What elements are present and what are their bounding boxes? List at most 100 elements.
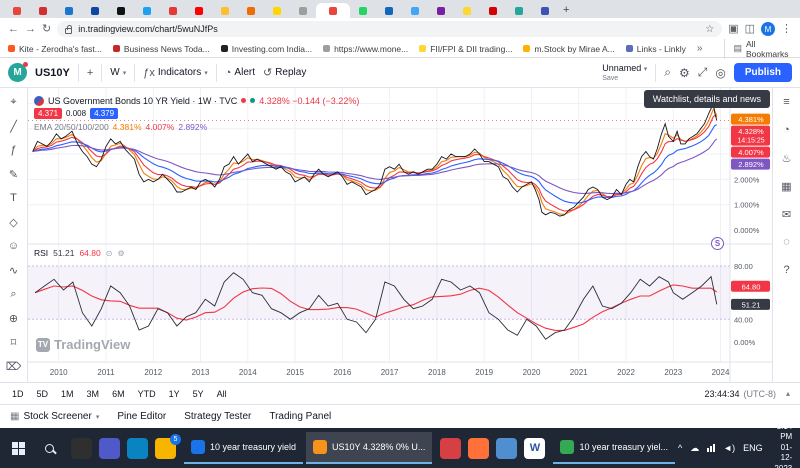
timeframe-button[interactable]: 5D [35,388,51,400]
pattern-icon[interactable]: ◇ [4,214,24,230]
eye-icon[interactable]: ⊙ [106,249,113,258]
compare-button[interactable]: + [87,67,93,79]
buy-quote[interactable]: 4.379 [90,108,118,119]
hotlist-icon[interactable]: ♨ [777,150,797,166]
timeframe-button[interactable]: 1D [10,388,26,400]
app-store-icon[interactable] [71,438,92,459]
taskbar-clock[interactable]: 1:14 PM 01-12-2023 [771,422,793,468]
timeframe-button[interactable]: 1Y [167,388,182,400]
back-icon[interactable]: ← [8,24,19,35]
bookmark-item[interactable]: Kite - Zerodha's fast... [8,44,102,54]
browser-tab[interactable] [108,3,134,18]
bookmark-item[interactable]: Investing.com India... [221,44,312,54]
quick-search-icon[interactable]: ⌕ [664,65,671,80]
taskbar-window-2-active[interactable]: US10Y 4.328% 0% U... [306,432,432,464]
word-icon[interactable]: W [524,438,545,459]
crosshair-icon[interactable]: ⌖ [4,94,24,110]
browser-tab[interactable] [480,3,506,18]
language-indicator[interactable]: ENG [743,443,763,453]
browser-tab[interactable] [402,3,428,18]
bookmark-item[interactable]: FII/FPI & DII trading... [419,44,512,54]
browser-tab[interactable] [454,3,480,18]
text-icon[interactable]: T [4,190,24,206]
tab-pine-editor[interactable]: Pine Editor [117,411,166,422]
browser-tab[interactable] [532,3,558,18]
indicators-button[interactable]: ƒxIndicators▾ [143,67,208,79]
timezone-label[interactable]: (UTC-8) [743,389,776,399]
magnet-icon[interactable]: ⊕ [4,310,24,326]
save-label[interactable]: Save [602,75,618,82]
taskbar-window-1[interactable]: 10 year treasury yield [184,432,303,464]
browser-tab[interactable] [160,3,186,18]
ideas-icon[interactable]: ✉ [777,206,797,222]
timeframe-button[interactable]: 6M [110,388,127,400]
firefox-icon[interactable] [468,438,489,459]
snapshot-camera-icon[interactable]: ◎ [715,66,725,80]
forward-icon[interactable]: → [25,24,36,35]
side-panel-icon[interactable]: ▣ [728,24,738,35]
sell-quote[interactable]: 4.371 [34,108,62,119]
file-explorer-icon[interactable]: 5 [155,438,176,459]
measure-icon[interactable]: ∿ [4,262,24,278]
browser-tab[interactable] [376,3,402,18]
delete-icon[interactable]: ⌦ [4,358,24,374]
timeframe-button[interactable]: 3M [85,388,102,400]
chat-icon[interactable]: ◌ [777,234,797,250]
bookmark-item[interactable]: Business News Toda... [113,44,210,54]
zoom-icon[interactable]: ⌕ [4,286,24,302]
browser-tab[interactable] [506,3,532,18]
network-icon[interactable] [707,444,715,452]
chart-area[interactable]: 2010201120122013201420152016201720182019… [28,88,772,382]
bookmark-item[interactable]: Links - Linkly [626,44,686,54]
fullscreen-icon[interactable]: ⤢ [698,65,708,80]
calendar-icon[interactable]: ▦ [777,178,797,194]
brush-icon[interactable]: ✎ [4,166,24,182]
indicator-sync-icon[interactable]: S [711,237,724,250]
browser-tab[interactable] [134,3,160,18]
browser-tab[interactable] [82,3,108,18]
browser-menu-icon[interactable]: ⋮ [781,24,792,35]
chart-title[interactable]: US Government Bonds 10 YR Yield · 1W · T… [48,96,237,106]
all-bookmarks-button[interactable]: ▤ All Bookmarks [724,39,792,59]
panel-collapse-icon[interactable]: ▴ [786,389,790,398]
session-clock[interactable]: 23:44:34 [704,389,739,399]
profile-avatar[interactable]: M [761,22,775,36]
timeframe-button[interactable]: 5Y [191,388,206,400]
browser-tab[interactable] [212,3,238,18]
tab-trading-panel[interactable]: Trading Panel [269,411,331,422]
browser-tab[interactable] [264,3,290,18]
interval-button[interactable]: W▾ [110,67,126,78]
teams-icon[interactable] [99,438,120,459]
timeframe-button[interactable]: All [215,388,229,400]
browser-tab[interactable] [238,3,264,18]
bookmark-item[interactable]: https://www.mone... [323,44,408,54]
replay-button[interactable]: ↺Replay [263,66,306,79]
url-input[interactable]: in.tradingview.com/chart/5wuNJfPs ☆ [57,21,722,37]
alert-button[interactable]: ◔Alert [225,67,255,79]
timeframe-button[interactable]: YTD [136,388,158,400]
start-button[interactable] [4,432,32,464]
timeframe-button[interactable]: 1M [59,388,76,400]
lock-icon[interactable]: ⌑ [4,334,24,350]
new-tab-button[interactable]: + [563,3,569,18]
tray-chevron-icon[interactable]: ^ [678,443,682,453]
calculator-icon[interactable] [496,438,517,459]
browser-tab[interactable] [4,3,30,18]
emoji-icon[interactable]: ☺ [4,238,24,254]
settings-gear-icon[interactable]: ⚙ [679,66,690,80]
browser-tab[interactable] [56,3,82,18]
watchlist-icon[interactable]: ≡ [777,94,797,110]
ema-legend-label[interactable]: EMA 20/50/100/200 [34,122,109,132]
bookmark-item[interactable]: m.Stock by Mirae A... [523,44,614,54]
rsi-label[interactable]: RSI [34,248,48,258]
tab-stock-screener[interactable]: ▦ Stock Screener ▾ [10,411,99,422]
edge-icon[interactable] [127,438,148,459]
alerts-icon[interactable]: ◔ [777,122,797,138]
taskbar-window-3[interactable]: 10 year treasury yiel... [553,432,675,464]
browser-tab[interactable] [316,3,350,18]
reload-icon[interactable]: ↻ [42,24,51,35]
trendline-icon[interactable]: ╱ [4,118,24,134]
bookmarks-overflow-icon[interactable]: » [697,43,703,54]
gear-icon[interactable]: ⚙ [117,249,124,258]
browser-tab[interactable] [428,3,454,18]
